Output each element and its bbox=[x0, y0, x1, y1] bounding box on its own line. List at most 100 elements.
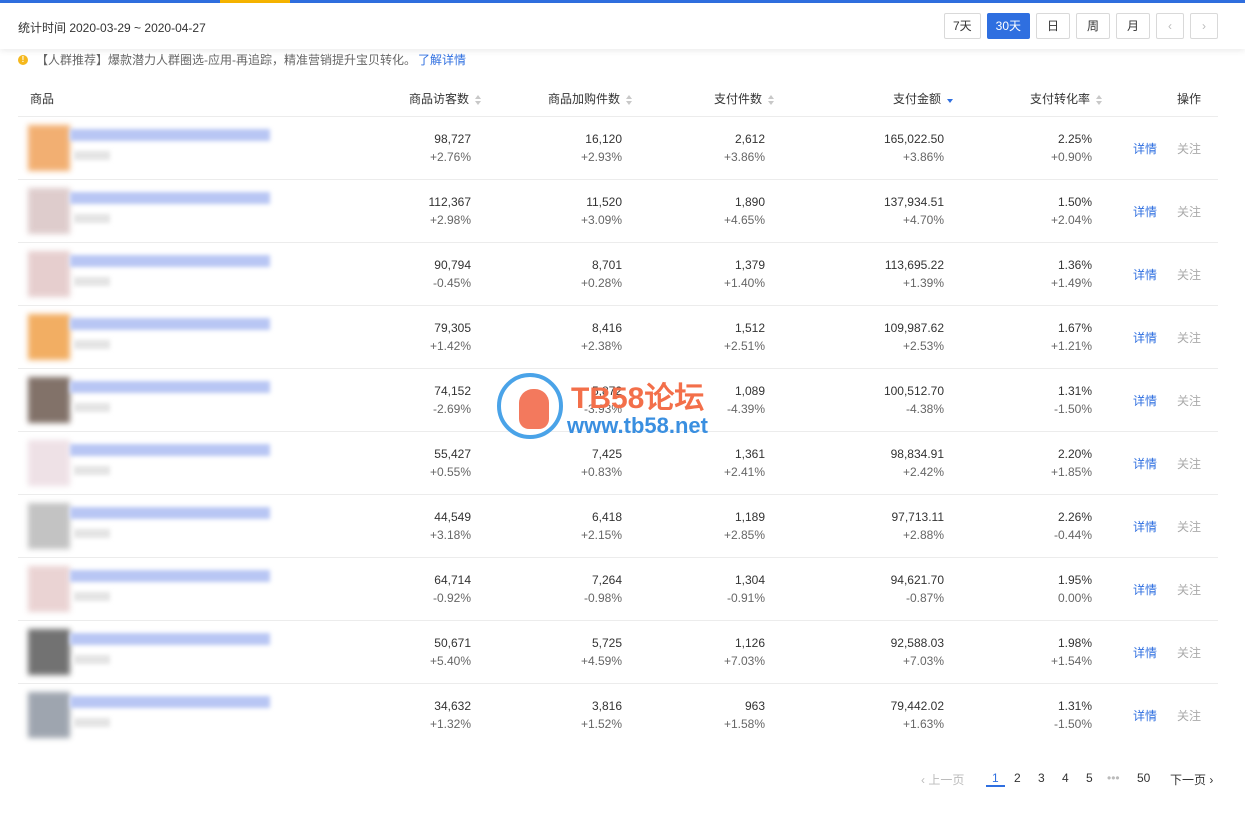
col-pay-amount[interactable]: 支付金额 bbox=[893, 90, 954, 107]
detail-link[interactable]: 详情 bbox=[1133, 329, 1157, 346]
follow-link[interactable]: 关注 bbox=[1177, 455, 1201, 472]
cart-cell-change: +3.09% bbox=[580, 213, 622, 227]
conversion-cell: 1.31% -1.50% bbox=[1054, 697, 1092, 733]
cart-cell: 11,520 +3.09% bbox=[581, 193, 622, 229]
product-title-blurred[interactable] bbox=[70, 318, 270, 330]
visitors-cell-change: -2.69% bbox=[432, 402, 471, 416]
next-period-icon[interactable]: › bbox=[1190, 13, 1218, 39]
page-last-button[interactable]: 50 bbox=[1137, 771, 1150, 785]
product-title-blurred[interactable] bbox=[70, 633, 270, 645]
page-5-button[interactable]: 5 bbox=[1086, 771, 1093, 785]
next-page-button[interactable]: 下一页 › bbox=[1170, 771, 1213, 788]
product-thumbnail[interactable] bbox=[28, 440, 70, 486]
product-title-blurred[interactable] bbox=[70, 381, 270, 393]
col-conversion[interactable]: 支付转化率 bbox=[1030, 90, 1103, 107]
prev-period-icon[interactable]: ‹ bbox=[1156, 13, 1184, 39]
product-thumbnail[interactable] bbox=[28, 188, 70, 234]
visitors-cell: 64,714 -0.92% bbox=[433, 571, 471, 607]
conversion-cell: 1.98% +1.54% bbox=[1051, 634, 1092, 670]
amount-cell: 97,713.11 +2.88% bbox=[892, 508, 945, 544]
product-thumbnail[interactable] bbox=[28, 125, 70, 171]
conversion-cell-change: +1.85% bbox=[1050, 465, 1092, 479]
conversion-cell: 2.20% +1.85% bbox=[1051, 445, 1092, 481]
visitors-cell-value: 44,549 bbox=[434, 510, 471, 524]
follow-link[interactable]: 关注 bbox=[1177, 140, 1201, 157]
period-week-button[interactable]: 周 bbox=[1076, 13, 1110, 39]
amount-cell-change: -4.38% bbox=[905, 402, 944, 416]
conversion-cell-value: 1.31% bbox=[1057, 699, 1092, 713]
pay-qty-cell-change: +4.65% bbox=[723, 213, 765, 227]
conversion-cell-value: 1.36% bbox=[1057, 258, 1092, 272]
product-subtitle-blurred bbox=[74, 466, 110, 475]
cart-cell-value: 16,120 bbox=[585, 132, 622, 146]
product-thumbnail[interactable] bbox=[28, 566, 70, 612]
product-thumbnail[interactable] bbox=[28, 377, 70, 423]
sort-icon[interactable] bbox=[768, 94, 775, 105]
col-visitors-label: 商品访客数 bbox=[409, 92, 470, 106]
visitors-cell: 98,727 +2.76% bbox=[430, 130, 471, 166]
product-thumbnail[interactable] bbox=[28, 503, 70, 549]
period-30d-button[interactable]: 30天 bbox=[986, 13, 1030, 39]
conversion-cell-value: 1.67% bbox=[1057, 321, 1092, 335]
period-7d-button[interactable]: 7天 bbox=[943, 13, 981, 39]
amount-cell: 79,442.02 +1.63% bbox=[891, 697, 944, 733]
detail-link[interactable]: 详情 bbox=[1133, 266, 1157, 283]
sort-icon[interactable] bbox=[1096, 94, 1103, 105]
follow-link[interactable]: 关注 bbox=[1177, 581, 1201, 598]
product-title-blurred[interactable] bbox=[70, 129, 270, 141]
follow-link[interactable]: 关注 bbox=[1177, 329, 1201, 346]
visitors-cell-change: -0.92% bbox=[432, 591, 471, 605]
stat-time-label: 统计时间 2020-03-29 ~ 2020-04-27 bbox=[18, 21, 206, 35]
product-thumbnail[interactable] bbox=[28, 251, 70, 297]
amount-cell-change: +3.86% bbox=[902, 150, 944, 164]
detail-link[interactable]: 详情 bbox=[1133, 140, 1157, 157]
visitors-cell: 74,152 -2.69% bbox=[433, 382, 471, 418]
product-title-blurred[interactable] bbox=[70, 444, 270, 456]
product-subtitle-blurred bbox=[74, 340, 110, 349]
period-month-button[interactable]: 月 bbox=[1116, 13, 1150, 39]
pay-qty-cell-change: -0.91% bbox=[726, 591, 765, 605]
learn-more-link[interactable]: 了解详情 bbox=[418, 51, 466, 68]
follow-link[interactable]: 关注 bbox=[1177, 203, 1201, 220]
follow-link[interactable]: 关注 bbox=[1177, 518, 1201, 535]
detail-link[interactable]: 详情 bbox=[1133, 518, 1157, 535]
detail-link[interactable]: 详情 bbox=[1133, 392, 1157, 409]
follow-link[interactable]: 关注 bbox=[1177, 707, 1201, 724]
product-thumbnail[interactable] bbox=[28, 629, 70, 675]
follow-link[interactable]: 关注 bbox=[1177, 266, 1201, 283]
page-1-button[interactable]: 1 bbox=[986, 771, 1005, 787]
page-4-button[interactable]: 4 bbox=[1062, 771, 1069, 785]
col-pay-qty[interactable]: 支付件数 bbox=[714, 90, 775, 107]
table-row: 90,794 -0.45% 8,701 +0.28% 1,379 +1.40% 113,69… bbox=[18, 242, 1218, 305]
follow-link[interactable]: 关注 bbox=[1177, 644, 1201, 661]
sort-icon[interactable] bbox=[626, 94, 633, 105]
sort-desc-icon[interactable] bbox=[947, 95, 954, 105]
col-cart[interactable]: 商品加购件数 bbox=[548, 90, 633, 107]
conversion-cell-change: +2.04% bbox=[1050, 213, 1092, 227]
product-title-blurred[interactable] bbox=[70, 570, 270, 582]
page-2-button[interactable]: 2 bbox=[1014, 771, 1021, 785]
detail-link[interactable]: 详情 bbox=[1133, 455, 1157, 472]
follow-link[interactable]: 关注 bbox=[1177, 392, 1201, 409]
detail-link[interactable]: 详情 bbox=[1133, 203, 1157, 220]
visitors-cell: 55,427 +0.55% bbox=[430, 445, 471, 481]
detail-link[interactable]: 详情 bbox=[1133, 644, 1157, 661]
detail-link[interactable]: 详情 bbox=[1133, 707, 1157, 724]
product-title-blurred[interactable] bbox=[70, 696, 270, 708]
product-title-blurred[interactable] bbox=[70, 255, 270, 267]
col-pay-amount-label: 支付金额 bbox=[893, 92, 942, 106]
product-thumbnail[interactable] bbox=[28, 692, 70, 738]
product-title-blurred[interactable] bbox=[70, 507, 270, 519]
col-visitors[interactable]: 商品访客数 bbox=[409, 90, 482, 107]
sort-icon[interactable] bbox=[475, 94, 482, 105]
product-thumbnail[interactable] bbox=[28, 314, 70, 360]
product-title-blurred[interactable] bbox=[70, 192, 270, 204]
period-day-button[interactable]: 日 bbox=[1036, 13, 1070, 39]
detail-link[interactable]: 详情 bbox=[1133, 581, 1157, 598]
pay-qty-cell-value: 1,512 bbox=[734, 321, 765, 335]
prev-page-button[interactable]: ‹ 上一页 bbox=[921, 771, 964, 788]
page-3-button[interactable]: 3 bbox=[1038, 771, 1045, 785]
visitors-cell-value: 55,427 bbox=[434, 447, 471, 461]
notice-text: 【人群推荐】爆款潜力人群圈选-应用-再追踪，精准营销提升宝贝转化。 bbox=[36, 53, 416, 67]
pay-qty-cell-change: +7.03% bbox=[723, 654, 765, 668]
